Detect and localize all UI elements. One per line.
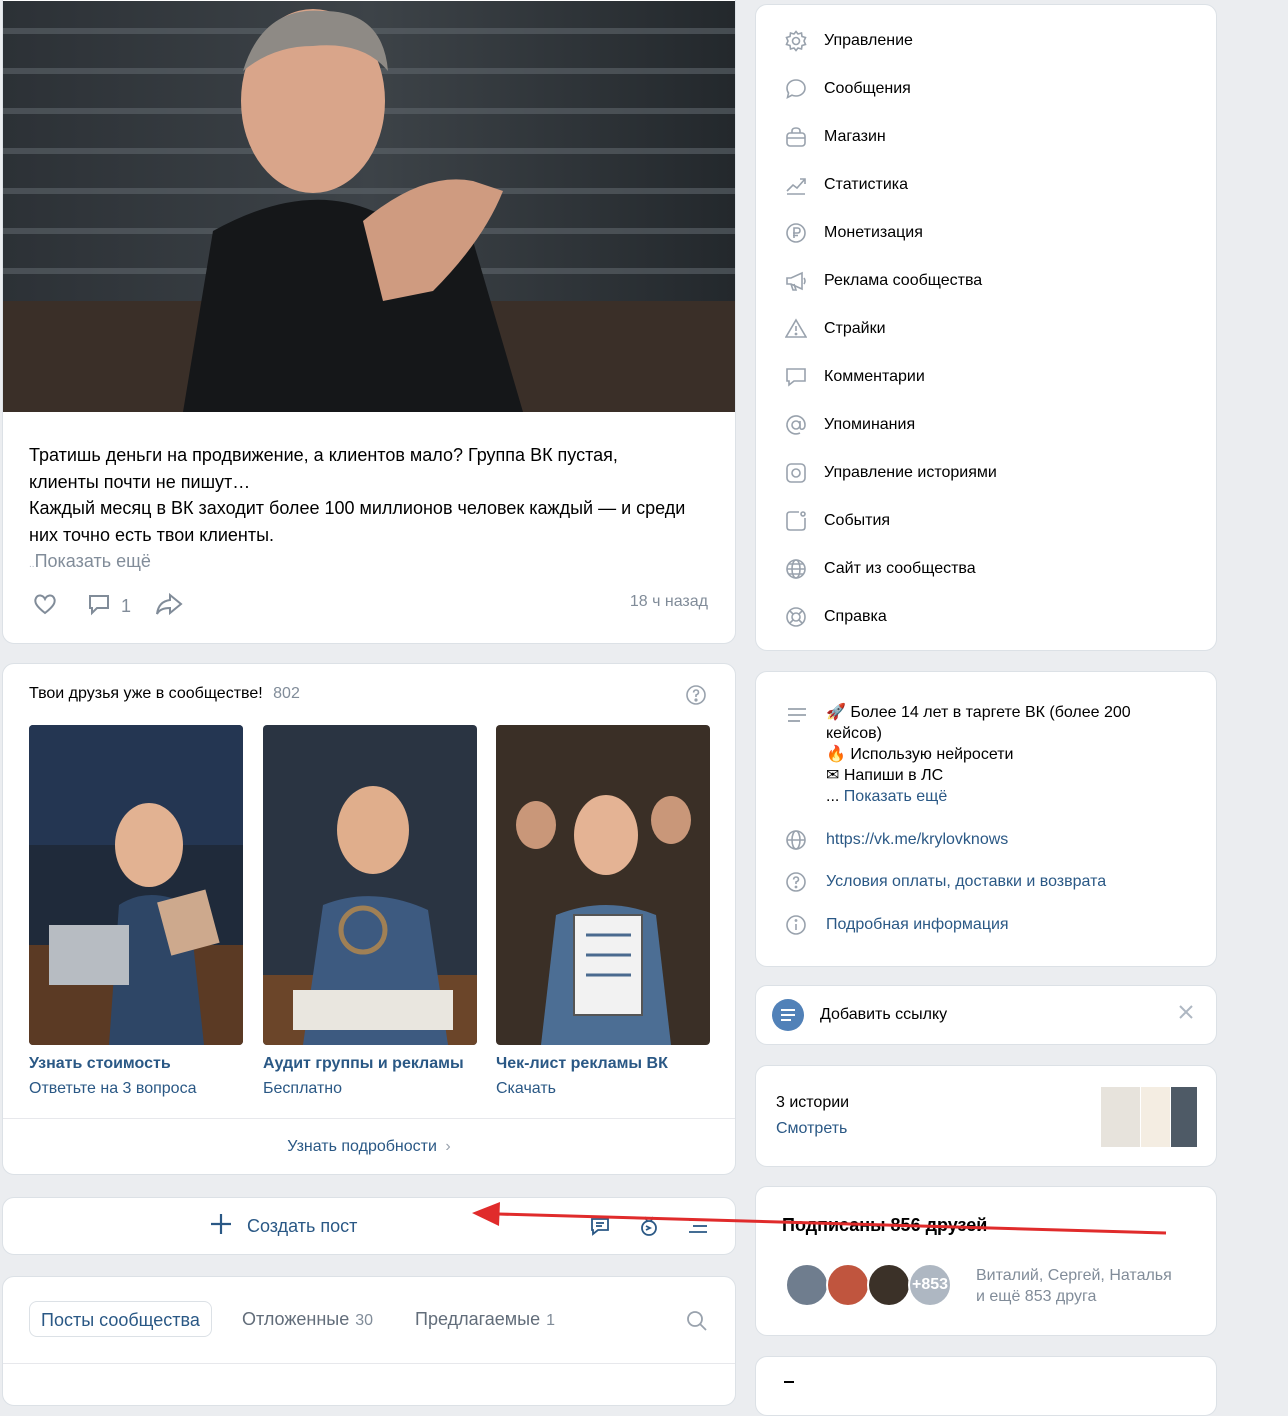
annotation-arrow <box>472 1202 1167 1235</box>
